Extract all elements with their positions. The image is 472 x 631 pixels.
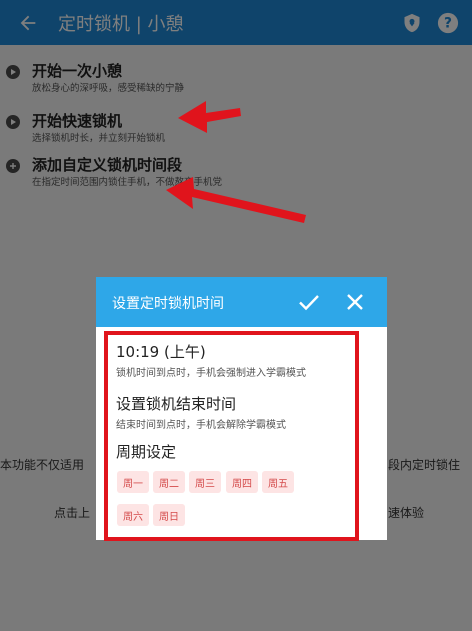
confirm-button[interactable] xyxy=(296,289,322,315)
close-icon xyxy=(347,294,363,310)
highlight-box xyxy=(104,331,359,541)
close-button[interactable] xyxy=(342,289,368,315)
dialog-title: 设置定时锁机时间 xyxy=(112,296,224,312)
check-icon xyxy=(299,295,319,311)
dialog-header: 设置定时锁机时间 xyxy=(96,277,387,327)
